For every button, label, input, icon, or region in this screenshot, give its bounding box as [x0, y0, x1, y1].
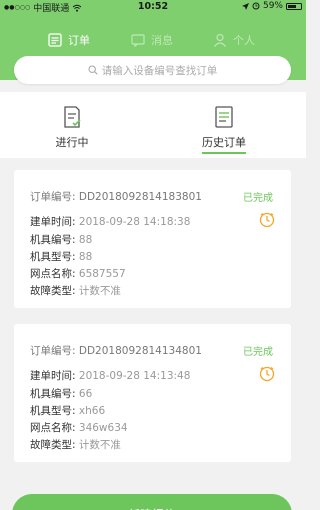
create-time-row: 建单时间: 2018-09-28 14:18:38: [30, 214, 190, 229]
person-icon: [214, 33, 226, 47]
battery-icon: [286, 2, 302, 10]
alarm-icon: [252, 2, 260, 10]
status-badge: 已完成: [243, 347, 273, 358]
tab-history-orders-label: 历史订单: [202, 134, 246, 154]
outlet-row: 网点名称: 346w634: [30, 420, 128, 435]
tab-in-progress-label: 进行中: [55, 136, 89, 149]
outlet-row: 网点名称: 6587557: [30, 266, 126, 281]
tab-in-progress[interactable]: 进行中: [42, 106, 102, 152]
fault-type-label: 故障类型:: [30, 439, 76, 451]
tab-profile[interactable]: 个人: [213, 26, 255, 54]
machine-number-row: 机具编号: 88: [30, 232, 92, 247]
tab-orders-label: 订单: [68, 34, 90, 47]
order-number-row: 订单编号: DD2018092814134801: [30, 343, 202, 358]
battery-percent: 59%: [262, 1, 283, 11]
outlet-value: 346w634: [78, 422, 128, 434]
fault-type-label: 故障类型:: [30, 285, 76, 297]
message-icon: [131, 34, 145, 47]
status-bar: ●●○○○ 中国联通 10:52 59%: [0, 0, 306, 14]
order-number-label: 订单编号:: [30, 345, 76, 357]
tab-profile-label: 个人: [233, 34, 255, 47]
search-placeholder: 请输入设备编号查找订单: [101, 64, 218, 77]
top-tabs: 订单 消息 个人: [0, 26, 306, 54]
create-time-label: 建单时间:: [30, 216, 76, 228]
history-doc-icon: [215, 106, 233, 128]
location-arrow-icon: [241, 2, 249, 10]
fault-type-value: 计数不准: [78, 285, 121, 297]
clock-icon: [259, 366, 275, 382]
machine-number-value: 88: [78, 234, 93, 246]
tab-messages-label: 消息: [151, 34, 173, 47]
clock-icon: [259, 212, 275, 228]
order-number-value: DD2018092814134801: [78, 345, 202, 357]
machine-model-label: 机具型号:: [30, 405, 76, 417]
machine-number-row: 机具编号: 66: [30, 386, 92, 401]
machine-model-row: 机具型号: xh66: [30, 403, 105, 418]
tab-history-orders[interactable]: 历史订单: [194, 106, 254, 154]
outlet-label: 网点名称:: [30, 422, 76, 434]
status-right: 59%: [241, 1, 302, 11]
order-status-tabs: 进行中 历史订单: [0, 92, 306, 158]
order-number-value: DD2018092814183801: [78, 191, 202, 203]
fault-type-row: 故障类型: 计数不准: [30, 437, 121, 452]
machine-model-row: 机具型号: 88: [30, 249, 92, 264]
machine-model-value: 88: [78, 251, 93, 263]
in-progress-doc-icon: [64, 106, 81, 128]
fault-type-row: 故障类型: 计数不准: [30, 283, 121, 298]
create-time-row: 建单时间: 2018-09-28 14:13:48: [30, 368, 190, 383]
tab-orders[interactable]: 订单: [48, 26, 90, 54]
outlet-label: 网点名称:: [30, 268, 76, 280]
machine-number-value: 66: [78, 388, 93, 400]
search-input[interactable]: 请输入设备编号查找订单: [14, 56, 291, 84]
search-icon: [88, 65, 98, 75]
create-time-label: 建单时间:: [30, 370, 76, 382]
fault-type-value: 计数不准: [78, 439, 121, 451]
create-time-value: 2018-09-28 14:13:48: [78, 370, 191, 382]
machine-number-label: 机具编号:: [30, 234, 76, 246]
create-time-value: 2018-09-28 14:18:38: [78, 216, 191, 228]
status-badge: 已完成: [243, 193, 273, 204]
outlet-value: 6587557: [78, 268, 126, 280]
order-card[interactable]: 订单编号: DD2018092814134801 已完成 建单时间: 2018-…: [14, 324, 291, 462]
machine-model-value: xh66: [78, 405, 106, 417]
order-number-label: 订单编号:: [30, 191, 76, 203]
machine-model-label: 机具型号:: [30, 251, 76, 263]
machine-number-label: 机具编号:: [30, 388, 76, 400]
new-repair-button[interactable]: 新建报修: [12, 494, 292, 510]
order-card[interactable]: 订单编号: DD2018092814183801 已完成 建单时间: 2018-…: [14, 170, 291, 308]
order-number-row: 订单编号: DD2018092814183801: [30, 189, 202, 204]
tab-messages[interactable]: 消息: [131, 26, 173, 54]
order-list-icon: [48, 33, 62, 47]
